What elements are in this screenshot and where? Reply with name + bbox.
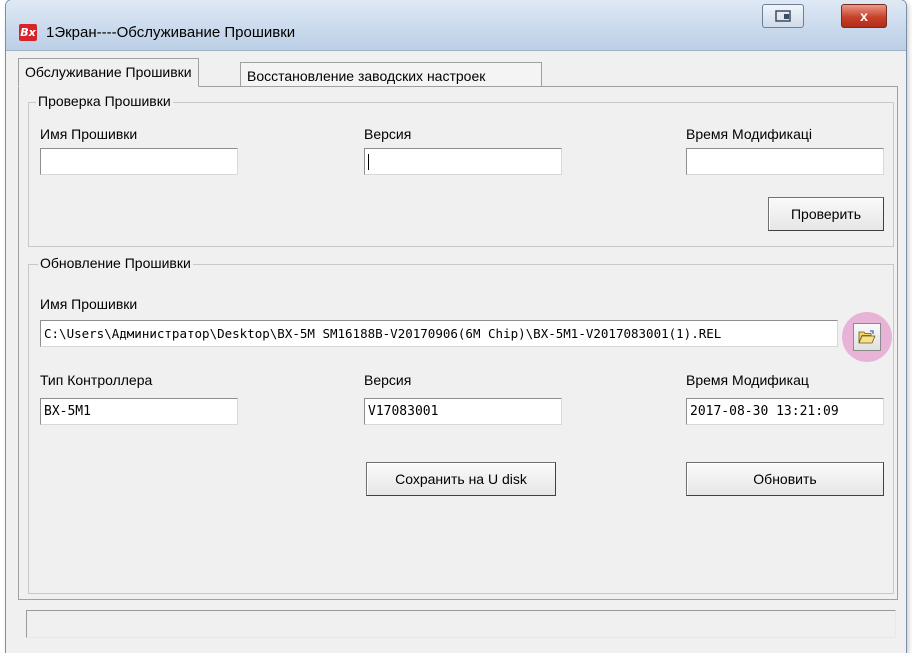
- controller-type-label: Тип Контроллера: [40, 372, 153, 388]
- check-mod-time-field[interactable]: [686, 148, 884, 175]
- text-caret: [368, 153, 369, 170]
- title-bar[interactable]: Bx 1Экран----Обслуживание Прошивки x: [6, 0, 906, 51]
- window-title: 1Экран----Обслуживание Прошивки: [46, 24, 296, 41]
- update-group-title: Обновление Прошивки: [38, 255, 193, 271]
- browse-button[interactable]: [842, 312, 892, 362]
- tab-factory-reset[interactable]: Восстановление заводских настроек: [240, 62, 542, 87]
- update-version-field[interactable]: V17083001: [364, 398, 562, 425]
- check-group-title: Проверка Прошивки: [36, 93, 173, 109]
- update-mod-time-label: Время Модификац: [686, 372, 809, 388]
- restore-window-icon: [775, 10, 791, 22]
- update-version-label: Версия: [364, 372, 412, 388]
- update-mod-time-field[interactable]: 2017-08-30 13:21:09: [686, 398, 884, 425]
- update-firmware-group: [28, 264, 894, 594]
- close-button[interactable]: x: [841, 4, 887, 28]
- tab-firmware-service[interactable]: Обслуживание Прошивки: [18, 58, 199, 87]
- update-firmware-name-label: Имя Прошивки: [40, 296, 138, 312]
- close-icon: x: [860, 8, 868, 24]
- update-button[interactable]: Обновить: [686, 462, 884, 496]
- check-mod-time-label: Время Модификаці: [686, 126, 812, 142]
- controller-type-field[interactable]: BX-5M1: [40, 398, 238, 425]
- check-firmware-name-field[interactable]: [40, 148, 238, 175]
- status-bar: [26, 610, 896, 638]
- firmware-path-field[interactable]: C:\Users\Администратор\Desktop\BX-5M SM1…: [40, 320, 838, 347]
- restore-button[interactable]: [762, 4, 804, 28]
- check-button[interactable]: Проверить: [768, 197, 884, 231]
- check-firmware-name-label: Имя Прошивки: [40, 126, 138, 142]
- app-logo-icon: Bx: [19, 24, 37, 41]
- check-version-field[interactable]: [364, 148, 562, 175]
- check-version-label: Версия: [364, 126, 412, 142]
- save-to-udisk-button[interactable]: Сохранить на U disk: [366, 462, 556, 496]
- folder-open-icon: [858, 330, 876, 344]
